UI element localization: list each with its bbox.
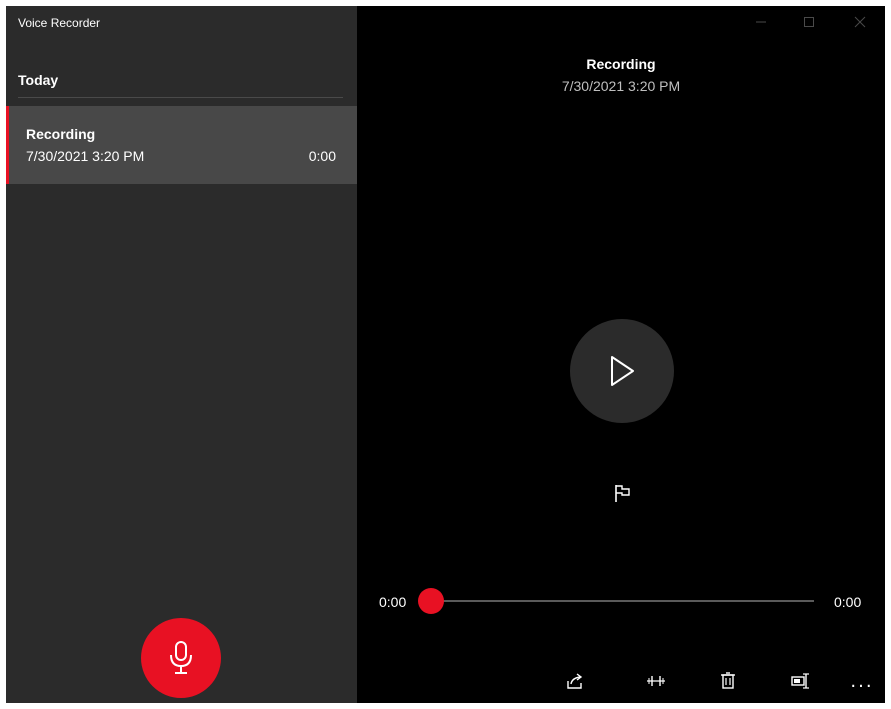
group-header-today: Today	[18, 72, 59, 88]
microphone-icon	[170, 641, 192, 674]
close-button[interactable]	[845, 12, 875, 32]
recording-title: Recording	[26, 126, 96, 142]
seek-bar[interactable]	[429, 600, 814, 602]
recordings-pane: Voice Recorder Today Recording 7/30/2021…	[6, 6, 357, 703]
current-time: 0:00	[379, 594, 407, 610]
recording-date: 7/30/2021 3:20 PM	[26, 148, 145, 164]
total-time: 0:00	[834, 594, 862, 610]
play-button[interactable]	[570, 319, 674, 423]
now-playing-date: 7/30/2021 3:20 PM	[561, 78, 681, 94]
delete-button[interactable]	[711, 668, 745, 694]
flag-icon	[615, 485, 630, 502]
app-title: Voice Recorder	[18, 16, 101, 30]
record-button[interactable]	[141, 618, 221, 698]
now-playing-title: Recording	[586, 56, 656, 72]
maximize-button[interactable]	[794, 12, 824, 32]
close-icon	[854, 16, 866, 28]
add-marker-button[interactable]	[607, 478, 637, 508]
play-icon	[611, 356, 634, 386]
delete-icon	[721, 672, 735, 689]
trim-icon	[647, 676, 665, 686]
seek-thumb[interactable]	[418, 588, 444, 614]
more-options-button[interactable]: ...	[845, 668, 879, 694]
selection-indicator	[6, 106, 9, 184]
recording-list-item[interactable]: Recording 7/30/2021 3:20 PM 0:00	[6, 106, 357, 184]
voice-recorder-window: Voice Recorder Today Recording 7/30/2021…	[6, 6, 885, 703]
minimize-icon	[756, 21, 766, 23]
minimize-button[interactable]	[746, 12, 776, 32]
share-icon	[567, 673, 583, 689]
trim-button[interactable]	[639, 668, 673, 694]
playback-pane: Recording 7/30/2021 3:20 PM 0:00 0:00 ..…	[357, 6, 885, 703]
rename-button[interactable]	[784, 668, 818, 694]
more-icon: ...	[850, 670, 874, 692]
maximize-icon	[804, 17, 814, 27]
share-button[interactable]	[558, 668, 592, 694]
rename-icon	[791, 673, 809, 689]
recording-duration: 0:00	[308, 148, 336, 164]
group-divider	[18, 97, 343, 98]
